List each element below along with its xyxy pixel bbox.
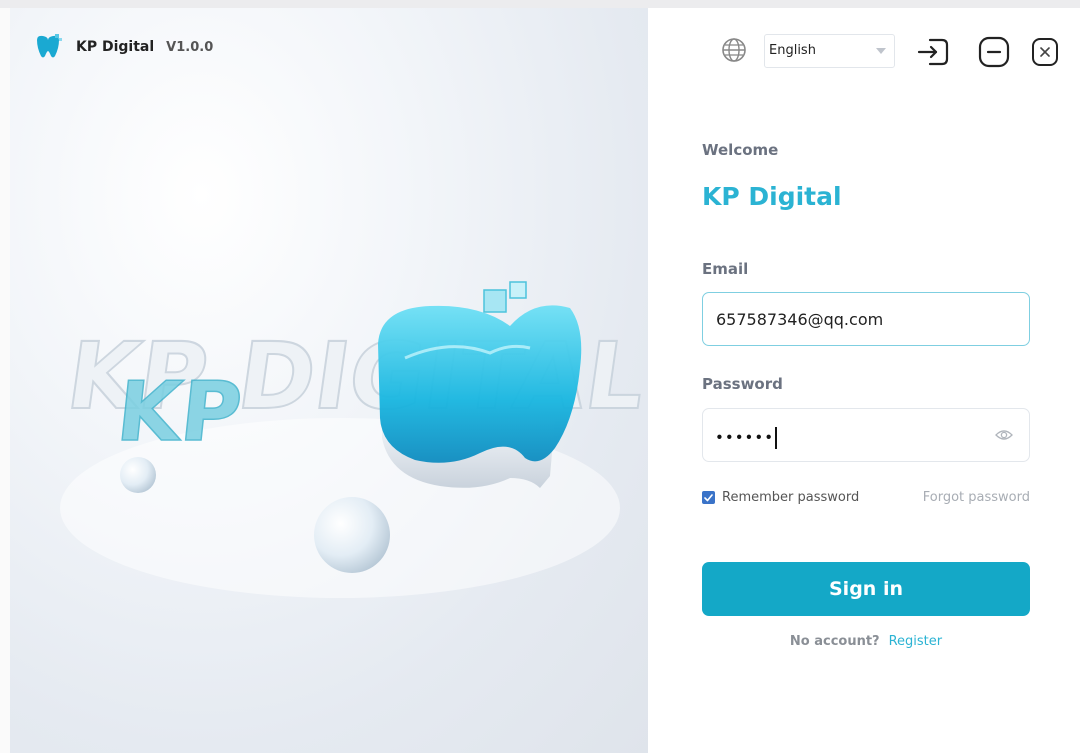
app-version: V1.0.0 <box>166 39 214 55</box>
sign-in-icon[interactable] <box>916 36 950 68</box>
eye-icon[interactable] <box>995 428 1013 442</box>
check-icon[interactable] <box>702 491 715 504</box>
close-icon[interactable] <box>1031 36 1059 68</box>
globe-icon[interactable] <box>720 36 748 64</box>
register-link[interactable]: Register <box>889 634 943 649</box>
hero-panel: KP DIGITAL KP KP Digital V1.0.0 <box>10 8 648 753</box>
login-title: KP Digital <box>702 182 842 211</box>
window-left-edge <box>0 8 10 753</box>
password-input[interactable]: •••••• <box>715 427 778 449</box>
login-window: KP DIGITAL KP KP Digital V1.0.0 English … <box>0 0 1080 753</box>
email-label: Email <box>702 260 749 278</box>
welcome-text: Welcome <box>702 141 779 159</box>
minimize-icon[interactable] <box>978 36 1010 68</box>
password-field[interactable]: •••••• <box>702 408 1030 462</box>
password-label: Password <box>702 375 783 393</box>
remember-password-label: Remember password <box>722 490 860 505</box>
email-field[interactable] <box>702 292 1030 346</box>
app-name: KP Digital <box>76 39 155 55</box>
title-bar-controls: English <box>648 34 1080 74</box>
hero-text-front: KP <box>112 365 246 460</box>
login-panel: English Welcome KP Digital Email 6575873… <box>648 8 1080 753</box>
email-input[interactable] <box>716 293 986 345</box>
logo-icon <box>37 34 62 58</box>
language-value: English <box>769 43 816 58</box>
register-prompt: No account? Register <box>648 634 1080 649</box>
no-account-text: No account? <box>789 634 880 649</box>
text-caret <box>775 427 778 449</box>
sign-in-button[interactable]: Sign in <box>702 562 1030 616</box>
app-brand: KP Digital V1.0.0 <box>34 34 213 60</box>
language-select[interactable]: English <box>764 34 895 68</box>
forgot-password-link[interactable]: Forgot password <box>923 490 1030 505</box>
remember-password-checkbox[interactable]: Remember password <box>702 490 859 505</box>
hero-illustration: KP DIGITAL KP <box>60 281 648 598</box>
password-mask: •••••• <box>715 428 775 447</box>
window-top-border <box>0 0 1080 8</box>
chevron-down-icon <box>876 48 886 54</box>
